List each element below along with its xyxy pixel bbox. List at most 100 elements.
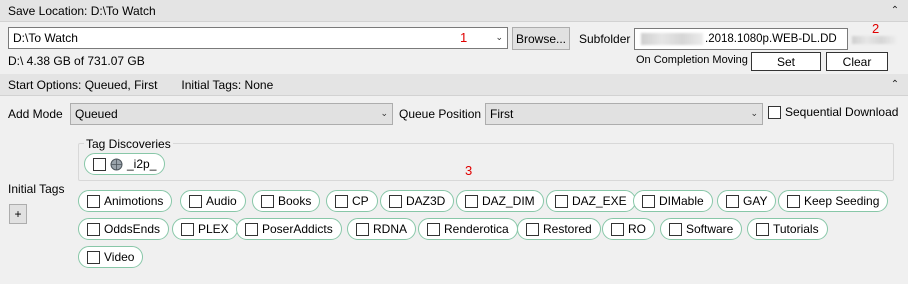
tag-label: PoserAddicts: [262, 222, 333, 236]
sequential-download-label: Sequential Download: [785, 105, 899, 119]
redacted-text: [852, 36, 896, 44]
disk-space-info: D:\ 4.38 GB of 731.07 GB: [8, 54, 145, 68]
save-location-title: Save Location: D:\To Watch: [8, 3, 156, 18]
tag-label: Software: [686, 222, 734, 236]
tag-checkbox[interactable]: [87, 250, 100, 264]
tag-label: DIMable: [659, 194, 704, 208]
tag-checkbox[interactable]: [427, 222, 440, 236]
chevron-down-icon[interactable]: ⌄: [495, 33, 503, 43]
tag-item[interactable]: DAZ_DIM: [456, 190, 544, 212]
tag-checkbox[interactable]: [93, 157, 106, 171]
save-path-value: D:\To Watch: [13, 31, 78, 45]
start-options-header[interactable]: Start Options: Queued, First Initial Tag…: [0, 74, 908, 96]
tag-checkbox[interactable]: [181, 222, 194, 236]
tag-item[interactable]: RO: [602, 218, 655, 240]
subfolder-field[interactable]: .2018.1080p.WEB-DL.DD: [634, 28, 848, 50]
tag-item[interactable]: PLEX: [172, 218, 238, 240]
tag-item[interactable]: DAZ3D: [380, 190, 455, 212]
sequential-download-option[interactable]: Sequential Download: [768, 105, 898, 119]
tag-label: GAY: [743, 194, 768, 208]
tag-item[interactable]: OddsEnds: [78, 218, 170, 240]
tag-checkbox[interactable]: [261, 194, 274, 208]
tag-label: CP: [352, 194, 369, 208]
tag-item[interactable]: Books: [252, 190, 321, 212]
tag-discoveries-label: Tag Discoveries: [84, 137, 173, 151]
tag-checkbox[interactable]: [389, 194, 402, 208]
initial-tags-summary: Initial Tags: None: [181, 77, 274, 92]
annotation-marker-2: 2: [872, 21, 880, 36]
discovered-tag-label: _i2p_: [127, 157, 157, 171]
tag-checkbox[interactable]: [356, 222, 369, 236]
tag-label: DAZ_EXE: [572, 194, 627, 208]
tag-checkbox[interactable]: [189, 194, 202, 208]
queue-position-label: Queue Position: [399, 107, 482, 121]
tag-checkbox[interactable]: [756, 222, 769, 236]
tag-item[interactable]: Restored: [517, 218, 601, 240]
start-options-title: Start Options: Queued, First: [8, 77, 158, 92]
queue-position-value: First: [490, 107, 514, 121]
add-mode-value: Queued: [75, 107, 118, 121]
tag-label: OddsEnds: [104, 222, 161, 236]
save-location-header[interactable]: Save Location: D:\To Watch ⌃: [0, 0, 908, 22]
chevron-down-icon[interactable]: ⌄: [380, 109, 388, 119]
chevron-double-up-icon[interactable]: ⌃: [888, 78, 902, 92]
tag-checkbox[interactable]: [335, 194, 348, 208]
add-mode-label: Add Mode: [8, 107, 63, 121]
tag-label: Books: [278, 194, 312, 208]
chevron-down-icon[interactable]: ⌄: [750, 109, 758, 119]
tag-item[interactable]: RDNA: [347, 218, 417, 240]
initial-tags-label: Initial Tags: [8, 182, 65, 196]
tag-checkbox[interactable]: [726, 194, 739, 208]
add-mode-select[interactable]: Queued ⌄: [70, 103, 393, 125]
tag-label: Animotions: [104, 194, 164, 208]
tag-item[interactable]: Animotions: [78, 190, 173, 212]
tag-item[interactable]: Keep Seeding: [778, 190, 889, 212]
tag-item[interactable]: CP: [326, 190, 378, 212]
set-button[interactable]: Set: [751, 52, 821, 71]
tag-item[interactable]: Renderotica: [418, 218, 518, 240]
tag-checkbox[interactable]: [555, 194, 568, 208]
add-tag-button[interactable]: +: [9, 204, 27, 224]
set-button-label: Set: [776, 54, 795, 69]
subfolder-value: .2018.1080p.WEB-DL.DD: [705, 33, 837, 45]
tag-checkbox[interactable]: [245, 222, 258, 236]
tag-checkbox[interactable]: [787, 194, 800, 208]
tag-checkbox[interactable]: [87, 222, 100, 236]
tag-item[interactable]: GAY: [717, 190, 777, 212]
on-completion-label: On Completion Moving: [636, 54, 748, 66]
tag-label: Video: [104, 250, 135, 264]
tag-checkbox[interactable]: [526, 222, 539, 236]
tag-item[interactable]: DIMable: [633, 190, 713, 212]
clear-button-label: Clear: [842, 54, 872, 69]
tag-item[interactable]: DAZ_EXE: [546, 190, 636, 212]
tag-checkbox[interactable]: [669, 222, 682, 236]
tag-label: PLEX: [198, 222, 229, 236]
subfolder-label: Subfolder: [579, 32, 631, 46]
tag-item[interactable]: Tutorials: [747, 218, 828, 240]
tag-checkbox[interactable]: [465, 194, 478, 208]
chevron-double-up-icon[interactable]: ⌃: [888, 4, 902, 18]
tag-label: Tutorials: [773, 222, 819, 236]
tag-label: DAZ_DIM: [482, 194, 535, 208]
tag-label: DAZ3D: [406, 194, 446, 208]
tag-item[interactable]: Video: [78, 246, 144, 268]
tag-label: Audio: [206, 194, 237, 208]
tag-checkbox[interactable]: [87, 194, 100, 208]
queue-position-select[interactable]: First ⌄: [485, 103, 763, 125]
sequential-download-checkbox[interactable]: [768, 105, 781, 119]
tag-label: Renderotica: [444, 222, 509, 236]
discovered-tag-i2p[interactable]: _i2p_: [84, 153, 166, 175]
tag-item[interactable]: PoserAddicts: [236, 218, 342, 240]
tag-item[interactable]: Audio: [180, 190, 246, 212]
tag-checkbox[interactable]: [611, 222, 624, 236]
annotation-marker-3: 3: [465, 163, 473, 178]
tag-label: RDNA: [373, 222, 408, 236]
network-globe-icon: [110, 158, 123, 170]
browse-button-label: Browse...: [515, 31, 566, 46]
tag-item[interactable]: Software: [660, 218, 743, 240]
tag-label: Restored: [543, 222, 592, 236]
save-path-combo[interactable]: D:\To Watch ⌄: [8, 27, 508, 49]
clear-button[interactable]: Clear: [826, 52, 888, 71]
tag-checkbox[interactable]: [642, 194, 655, 208]
browse-button[interactable]: Browse...: [512, 27, 570, 50]
